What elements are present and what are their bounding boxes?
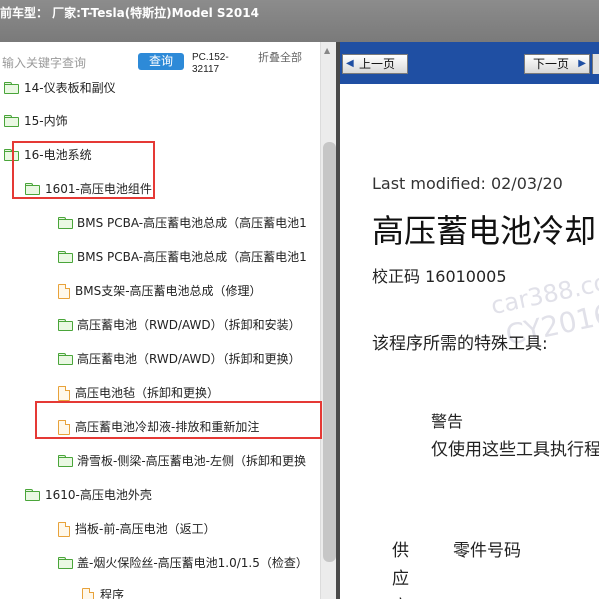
- last-modified: Last modified: 02/03/20: [372, 174, 563, 193]
- tree-item-label: BMS PCBA-高压蓄电池总成（高压蓄电池1: [77, 216, 307, 230]
- folder-icon: [58, 217, 73, 229]
- tree-item-label: 15-内饰: [24, 114, 68, 128]
- catalog-pane: 查询 PC.152-32117 折叠全部 ▲ 14-仪表板和副仪 15-内饰 1…: [0, 42, 338, 599]
- folder-icon: [58, 251, 73, 263]
- table-header-supplier: 供应商: [392, 541, 409, 599]
- arrow-left-icon: ◀: [346, 58, 354, 69]
- folder-icon: [4, 82, 19, 94]
- tree-item[interactable]: BMS支架-高压蓄电池总成（修理）: [0, 279, 320, 303]
- warning-title: 警告: [431, 412, 464, 431]
- arrow-right-icon: ▶: [578, 58, 586, 69]
- folder-icon: [58, 455, 73, 467]
- search-bar: 查询 PC.152-32117 折叠全部: [0, 42, 338, 82]
- previous-page-button[interactable]: ◀ 上一页: [342, 54, 408, 74]
- folder-icon: [58, 319, 73, 331]
- document-icon: [58, 284, 70, 299]
- tree-item-label: 挡板-前-高压电池（返工）: [75, 522, 216, 536]
- highlight-box-battery-system: [12, 141, 155, 199]
- warning-text: 仅使用这些工具执行程: [431, 440, 599, 460]
- previous-page-label: 上一页: [359, 57, 396, 71]
- document-title: 高压蓄电池冷却: [372, 212, 597, 250]
- tree-item[interactable]: 15-内饰: [0, 109, 320, 133]
- tree-item-label: 盖-烟火保险丝-高压蓄电池1.0/1.5（检查）: [77, 556, 308, 570]
- special-tools-heading: 该程序所需的特殊工具:: [372, 334, 548, 354]
- scroll-up-icon[interactable]: ▲: [324, 46, 330, 55]
- document-icon: [58, 522, 70, 537]
- toolbar-edge: [592, 54, 599, 74]
- tree-item[interactable]: 14-仪表板和副仪: [0, 82, 320, 100]
- tree-item[interactable]: 1610-高压电池外壳: [0, 483, 320, 507]
- collapse-all-button[interactable]: 折叠全部: [258, 52, 306, 64]
- folder-open-icon: [58, 557, 73, 569]
- tree-item[interactable]: BMS PCBA-高压蓄电池总成（高压蓄电池1: [0, 211, 320, 235]
- catalog-code: PC.152-32117: [192, 52, 229, 75]
- tree-item[interactable]: 盖-烟火保险丝-高压蓄电池1.0/1.5（检查）: [0, 551, 320, 575]
- search-input[interactable]: [2, 54, 130, 72]
- folder-icon: [25, 489, 40, 501]
- tree-item-label: 高压蓄电池（RWD/AWD）（拆卸和安装）: [77, 318, 301, 332]
- next-page-button[interactable]: 下一页 ▶: [524, 54, 590, 74]
- folder-icon: [58, 353, 73, 365]
- document-toolbar: ◀ 上一页 下一页 ▶: [340, 42, 599, 84]
- tree-item[interactable]: 挡板-前-高压电池（返工）: [0, 517, 320, 541]
- check-code: 校正码 16010005: [372, 267, 507, 286]
- folder-icon: [4, 115, 19, 127]
- tree-item-label: 14-仪表板和副仪: [24, 82, 116, 95]
- document-pane: ◀ 上一页 下一页 ▶ Last modified: 02/03/20 高压蓄电…: [340, 42, 599, 599]
- tree-item-label: 高压蓄电池（RWD/AWD）（拆卸和更换）: [77, 352, 301, 366]
- next-page-label: 下一页: [533, 57, 570, 71]
- tree-item[interactable]: BMS PCBA-高压蓄电池总成（高压蓄电池1: [0, 245, 320, 269]
- tree-item[interactable]: 高压蓄电池（RWD/AWD）（拆卸和更换）: [0, 347, 320, 371]
- tree-item-label: 滑雪板-侧梁-高压蓄电池-左侧（拆卸和更换: [77, 454, 306, 468]
- highlight-box-coolant-procedure: [35, 401, 322, 439]
- tree-item-label: 程序: [100, 588, 125, 599]
- tree-item[interactable]: 滑雪板-侧梁-高压蓄电池-左侧（拆卸和更换: [0, 449, 320, 473]
- document-icon: [58, 386, 70, 401]
- tree-item-label: 1610-高压电池外壳: [45, 488, 152, 502]
- window-title-bar: 前车型： 厂家:T-Tesla(特斯拉)Model S2014: [0, 0, 599, 42]
- window-title: 前车型： 厂家:T-Tesla(特斯拉)Model S2014: [0, 6, 259, 20]
- tree-item-label: BMS PCBA-高压蓄电池总成（高压蓄电池1: [77, 250, 307, 264]
- table-header-part-number: 零件号码: [453, 541, 521, 561]
- tree-item[interactable]: 高压蓄电池（RWD/AWD）（拆卸和安装）: [0, 313, 320, 337]
- tree-item-label: BMS支架-高压蓄电池总成（修理）: [75, 284, 262, 298]
- tree-item[interactable]: 程序: [0, 583, 320, 599]
- scrollbar-thumb[interactable]: [323, 142, 336, 562]
- query-button[interactable]: 查询: [138, 53, 184, 70]
- document-icon: [82, 588, 94, 599]
